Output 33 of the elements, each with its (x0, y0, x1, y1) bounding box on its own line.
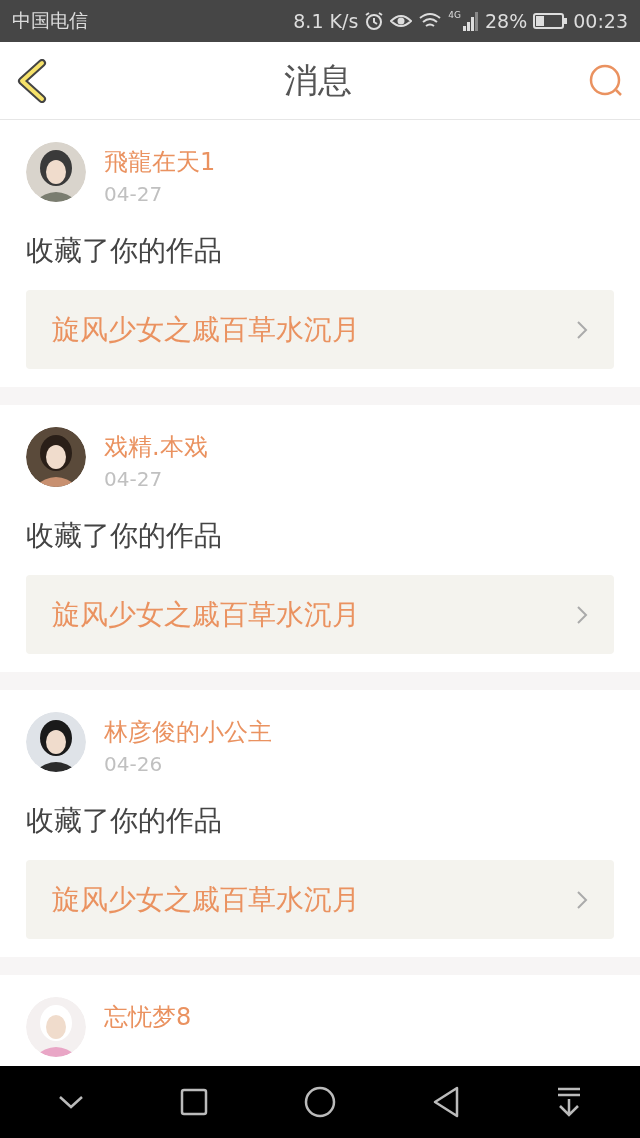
recents-icon[interactable] (180, 1088, 208, 1116)
user-name[interactable]: 戏精.本戏 (104, 431, 208, 463)
work-link[interactable]: 旋风少女之戚百草水沉月 (26, 860, 614, 939)
pull-down-icon[interactable] (556, 1087, 582, 1117)
network-speed: 8.1 K/s (293, 10, 359, 32)
message-text: 收藏了你的作品 (26, 233, 223, 269)
message-text: 收藏了你的作品 (26, 803, 223, 839)
back-triangle-icon[interactable] (432, 1086, 460, 1118)
chevron-down-icon[interactable] (58, 1094, 84, 1110)
page-title: 消息 (284, 58, 352, 102)
battery-icon (533, 13, 568, 29)
eye-icon (390, 13, 413, 29)
message-text: 收藏了你的作品 (26, 518, 223, 554)
battery-percent: 28% (485, 10, 528, 32)
network-type: 4G (448, 10, 461, 20)
message-date: 04-26 (104, 752, 164, 776)
back-icon[interactable] (16, 58, 48, 103)
chevron-icon (576, 604, 588, 625)
chevron-icon (576, 319, 588, 340)
user-name[interactable]: 飛龍在天1 (104, 146, 216, 178)
wifi-icon (418, 12, 443, 30)
clock-time: 00:23 (573, 10, 628, 32)
signal-icon (463, 11, 479, 31)
user-name[interactable]: 忘忧梦8 (104, 1001, 192, 1033)
work-link[interactable]: 旋风少女之戚百草水沉月 (26, 290, 614, 369)
home-icon[interactable] (304, 1086, 336, 1118)
carrier-name: 中国电信 (12, 8, 89, 33)
alarm-icon (364, 11, 385, 31)
work-link[interactable]: 旋风少女之戚百草水沉月 (26, 575, 614, 654)
message-date: 04-27 (104, 467, 164, 491)
user-name[interactable]: 林彦俊的小公主 (104, 716, 272, 748)
chevron-icon (576, 889, 588, 910)
message-date: 04-27 (104, 182, 164, 206)
